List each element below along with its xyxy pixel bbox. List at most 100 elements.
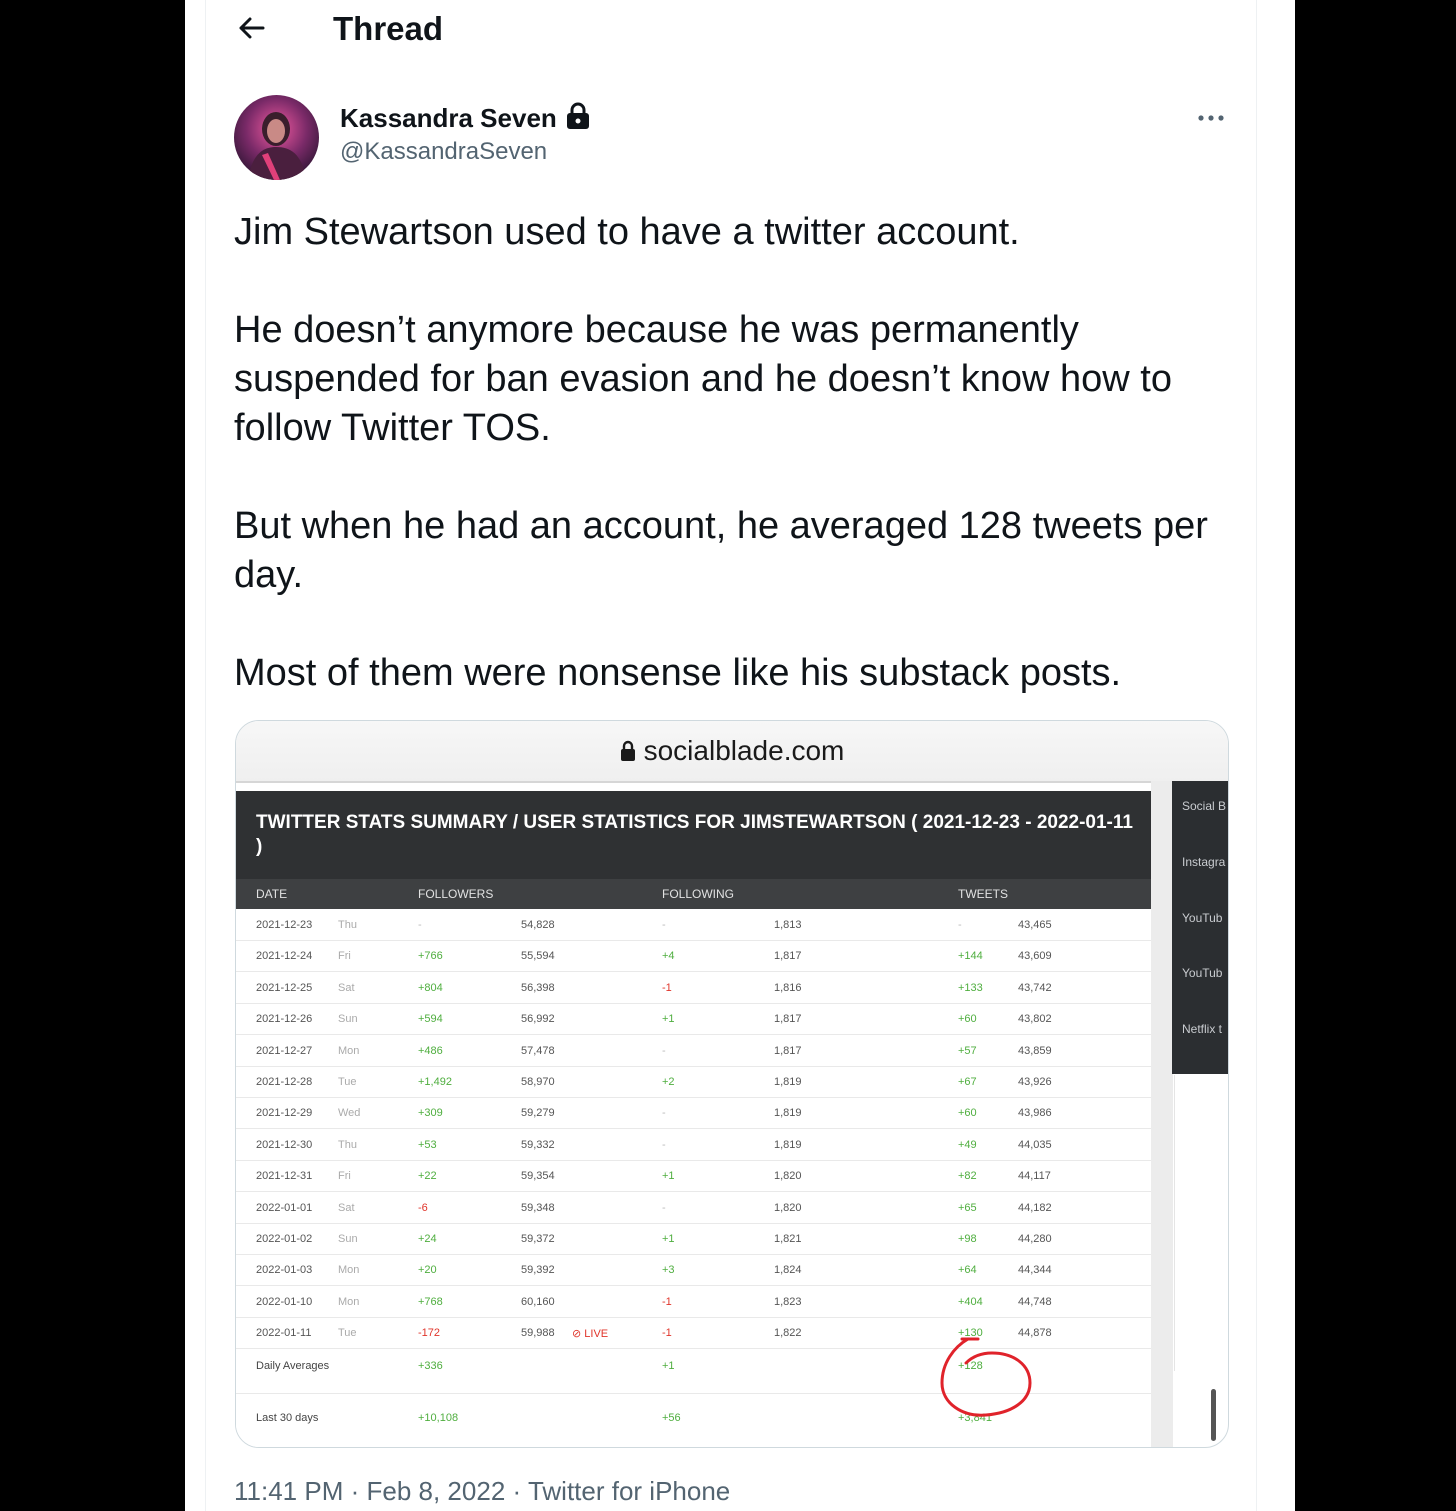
arrow-left-icon <box>239 17 265 39</box>
author-handle[interactable]: @KassandraSeven <box>340 138 547 166</box>
cell-day: Thu <box>338 919 357 931</box>
tweet-image[interactable]: socialblade.com Social B Instagra YouTub… <box>235 720 1229 1448</box>
cell-followers-change: +22 <box>418 1170 437 1183</box>
cell-tweets-change: +60 <box>958 1107 977 1120</box>
table-row: 2021-12-23 Thu - 54,828 - 1,813 - 43,465 <box>236 909 1151 941</box>
cell-followers: 55,594 <box>521 950 555 963</box>
cell-followers-change: +766 <box>418 950 443 963</box>
page-gutter <box>1151 781 1173 1447</box>
cell-day: Tue <box>338 1076 357 1088</box>
cell-following: 1,817 <box>774 950 802 963</box>
table-row: 2021-12-25 Sat +804 56,398 -1 1,816 +133 43,742 <box>236 972 1151 1004</box>
cell-followers-change: +486 <box>418 1044 443 1057</box>
cell-following: 1,819 <box>774 1138 802 1151</box>
separator: · <box>512 1476 522 1506</box>
daily-averages-label: Daily Averages <box>256 1360 330 1372</box>
socialblade-sidebar: Social B Instagra YouTub YouTub Netflix … <box>1172 781 1228 1074</box>
cell-following: 1,816 <box>774 981 802 994</box>
cell-followers-change: +768 <box>418 1295 443 1308</box>
sidebar-item: Instagra <box>1182 855 1226 869</box>
table-row: 2021-12-29 Wed +309 59,279 - 1,819 +60 43,986 <box>236 1097 1151 1130</box>
tweet-paragraph: But when he had an account, he averaged … <box>234 505 1208 596</box>
cell-following-change: -1 <box>662 1327 672 1340</box>
cell-following: 1,822 <box>774 1327 802 1340</box>
cell-followers: 58,970 <box>521 1076 555 1088</box>
sidebar-item: Social B <box>1182 799 1227 813</box>
cell-following-change: +1 <box>662 1233 675 1245</box>
last-30-days-following: +56 <box>662 1412 681 1424</box>
cell-followers-change: +1,492 <box>418 1076 452 1088</box>
cell-followers: 59,988 <box>521 1327 555 1340</box>
cell-date: 2021-12-23 <box>256 919 313 931</box>
tweet-time[interactable]: 11:41 PM <box>234 1476 343 1506</box>
thread-header: Thread <box>185 0 1295 60</box>
cell-day: Sat <box>338 1201 355 1214</box>
cell-following-change: +4 <box>662 950 675 963</box>
sidebar-item: YouTub <box>1182 911 1223 925</box>
tweet-paragraph: Most of them were nonsense like his subs… <box>234 652 1122 694</box>
cell-tweets: 43,859 <box>1018 1044 1052 1057</box>
cell-followers: 59,332 <box>521 1138 555 1151</box>
cell-tweets: 44,280 <box>1018 1233 1052 1245</box>
cell-day: Thu <box>338 1138 357 1151</box>
cell-following-change: +3 <box>662 1264 675 1277</box>
cell-date: 2021-12-29 <box>256 1107 313 1120</box>
table-row: 2021-12-31 Fri +22 59,354 +1 1,820 +82 44,117 <box>236 1160 1151 1193</box>
cell-followers-change: +20 <box>418 1264 437 1277</box>
cell-day: Tue <box>338 1327 357 1340</box>
table-row: 2021-12-24 Fri +766 55,594 +4 1,817 +144 43,609 <box>236 940 1151 973</box>
table-row: 2022-01-02 Sun +24 59,372 +1 1,821 +98 44,280 <box>236 1223 1151 1255</box>
last-30-days-label: Last 30 days <box>256 1412 319 1424</box>
lock-icon <box>565 102 591 135</box>
cell-tweets-change: +404 <box>958 1295 983 1308</box>
cell-following-change: - <box>662 1138 666 1151</box>
cell-followers: 59,392 <box>521 1264 555 1277</box>
cell-day: Mon <box>338 1044 360 1057</box>
cell-day: Fri <box>338 950 351 963</box>
column-border-left <box>205 0 206 1511</box>
table-row: 2021-12-27 Mon +486 57,478 - 1,817 +57 43,859 <box>236 1035 1151 1067</box>
cell-day: Fri <box>338 1170 351 1183</box>
column-followers: FOLLOWERS <box>418 887 494 901</box>
cell-tweets: 44,344 <box>1018 1264 1052 1277</box>
author-display-name[interactable]: Kassandra Seven <box>340 103 557 134</box>
table-column-header: DATE FOLLOWERS FOLLOWING TWEETS <box>236 879 1151 909</box>
tweet-date[interactable]: Feb 8, 2022 <box>367 1476 506 1506</box>
table-row: 2021-12-26 Sun +594 56,992 +1 1,817 +60 43,802 <box>236 1003 1151 1036</box>
tweet-paragraph: Jim Stewartson used to have a twitter ac… <box>234 211 1020 253</box>
column-border-right <box>1256 0 1257 1511</box>
cell-followers: 54,828 <box>521 919 555 931</box>
cell-tweets: 44,117 <box>1018 1170 1051 1183</box>
cell-tweets: 44,035 <box>1018 1138 1052 1151</box>
sidebar-item: YouTub <box>1182 966 1223 980</box>
cell-followers-change: -172 <box>418 1327 441 1340</box>
sidebar-panel <box>1174 1075 1228 1371</box>
cell-followers: 59,348 <box>521 1201 555 1214</box>
back-button[interactable] <box>233 10 273 46</box>
sidebar-item: Netflix t <box>1182 1022 1223 1036</box>
column-following: FOLLOWING <box>662 887 735 901</box>
cell-date: 2021-12-26 <box>256 1013 313 1026</box>
cell-tweets-change: +65 <box>958 1201 977 1214</box>
cell-following-change: - <box>662 1044 666 1057</box>
cell-tweets: 43,926 <box>1018 1076 1052 1088</box>
cell-followers-change: - <box>418 919 422 931</box>
cell-tweets-change: +49 <box>958 1138 977 1151</box>
cell-tweets: 43,609 <box>1018 950 1052 963</box>
cell-followers: 60,160 <box>521 1295 555 1308</box>
cell-followers-change: +24 <box>418 1233 437 1245</box>
avatar[interactable] <box>234 95 319 180</box>
cell-followers: 59,372 <box>521 1233 555 1245</box>
cell-followers: 59,279 <box>521 1107 555 1120</box>
cell-followers-change: +804 <box>418 981 443 994</box>
cell-date: 2022-01-10 <box>256 1295 313 1308</box>
cell-tweets-change: +60 <box>958 1013 977 1026</box>
cell-tweets: 43,465 <box>1018 919 1052 931</box>
annotation-circle <box>940 1337 1032 1417</box>
cell-following-change: - <box>662 1201 666 1214</box>
thread-page: Thread Kassandra Seven @KassandraSeven J… <box>185 0 1295 1511</box>
cell-tweets-change: +82 <box>958 1170 977 1183</box>
more-options-button[interactable] <box>1195 108 1227 128</box>
cell-date: 2021-12-31 <box>256 1170 313 1183</box>
cell-tweets-change: +64 <box>958 1264 977 1277</box>
